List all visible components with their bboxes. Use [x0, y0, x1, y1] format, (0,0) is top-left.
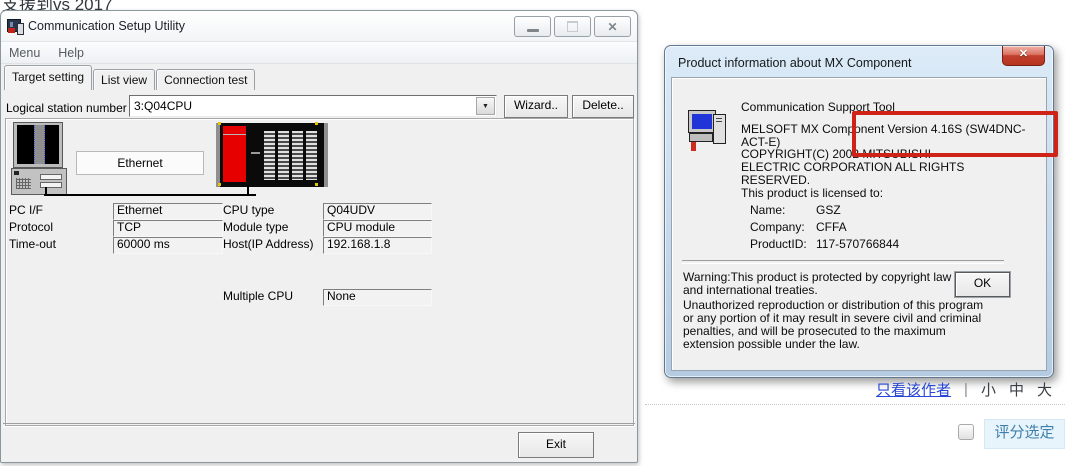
connection-type-label: Ethernet [76, 151, 204, 175]
exit-button[interactable]: Exit [518, 432, 594, 458]
bottom-separator [3, 423, 635, 427]
timeout-value: 60000 ms [113, 237, 223, 254]
ok-button[interactable]: OK [955, 272, 1010, 297]
font-size-medium[interactable]: 中 [1009, 379, 1024, 400]
tool-name-text: Communication Support Tool [741, 101, 895, 114]
target-setting-group: Ethernet PC I/F Ethernet Protocol TCP Ti… [5, 118, 634, 426]
network-bus-line [44, 194, 256, 196]
license-company-label: Company: [750, 221, 808, 234]
tab-strip: Target setting List view Connection test [4, 65, 256, 90]
wizard-button[interactable]: Wizard.. [504, 95, 568, 118]
maximize-button [554, 16, 591, 37]
license-name-label: Name: [750, 204, 808, 217]
copyright-text: COPYRIGHT(C) 2002 MITSUBISHI ELECTRIC CO… [741, 148, 991, 187]
dialog-close-button[interactable]: ✕ [1002, 46, 1045, 66]
product-version-text: MELSOFT MX Component Version 4.16S (SW4D… [741, 123, 1046, 149]
minimize-button[interactable] [514, 16, 551, 37]
caption-buttons: ✕ [514, 16, 631, 37]
dialog-body: Communication Support Tool MELSOFT MX Co… [671, 77, 1047, 371]
host-value: 192.168.1.8 [323, 237, 432, 254]
font-size-small[interactable]: 小 [981, 379, 996, 400]
font-size-large[interactable]: 大 [1037, 379, 1052, 400]
delete-button[interactable]: Delete.. [572, 95, 634, 118]
plc-icon [216, 123, 328, 187]
pc-drop-line [45, 187, 47, 194]
product-info-dialog: Product information about MX Component ✕… [664, 45, 1054, 378]
minimize-icon [527, 29, 539, 32]
window-title: Communication Setup Utility [28, 19, 185, 33]
logical-station-label: Logical station number [6, 101, 127, 115]
close-icon: ✕ [607, 21, 617, 33]
protocol-value: TCP [113, 220, 223, 237]
menu-item-menu[interactable]: Menu [9, 46, 40, 60]
multiple-cpu-label: Multiple CPU [223, 289, 323, 303]
combobox-dropdown-button[interactable]: ▼ [476, 97, 495, 115]
moduletype-value: CPU module [323, 220, 432, 237]
dotted-divider [645, 404, 1065, 405]
rate-checkbox[interactable] [958, 424, 974, 440]
pipe-separator: | [964, 381, 968, 398]
cputype-value: Q04UDV [323, 203, 432, 220]
menu-item-help[interactable]: Help [58, 46, 84, 60]
licensed-to-heading: This product is licensed to: [741, 187, 883, 200]
cputype-label: CPU type [223, 203, 323, 217]
close-icon: ✕ [1019, 48, 1028, 60]
license-productid-value: 117-570766844 [816, 238, 899, 251]
dialog-title: Product information about MX Component [678, 56, 911, 70]
maximize-icon [567, 21, 578, 32]
timeout-label: Time-out [9, 237, 109, 251]
title-bar: Communication Setup Utility ✕ [1, 11, 637, 42]
multiple-cpu-value: None [323, 289, 432, 306]
close-button[interactable]: ✕ [594, 16, 631, 37]
view-author-link[interactable]: 只看该作者 [876, 379, 951, 400]
warning-body-text: Unauthorized reproduction or distributio… [683, 299, 991, 351]
menu-bar: Menu Help [1, 42, 637, 64]
app-icon [7, 19, 23, 34]
tab-list-view[interactable]: List view [93, 69, 155, 90]
tab-connection-test[interactable]: Connection test [156, 69, 255, 90]
plc-drop-line [247, 185, 249, 194]
pc-icon [11, 122, 67, 195]
host-label: Host(IP Address) [223, 237, 323, 251]
license-productid-label: ProductID: [750, 238, 808, 251]
forum-toolbar: 只看该作者 | 小 中 大 [876, 379, 1052, 400]
logical-station-combobox[interactable]: 3:Q04CPU ▼ [129, 95, 497, 117]
moduletype-label: Module type [223, 220, 323, 234]
pcif-value: Ethernet [113, 203, 223, 220]
license-separator [682, 260, 1004, 264]
warning-intro-text: Warning:This product is protected by cop… [683, 271, 959, 297]
rate-select-button[interactable]: 评分选定 [984, 419, 1065, 449]
combobox-value: 3:Q04CPU [134, 99, 192, 113]
pcif-label: PC I/F [9, 203, 109, 217]
communication-setup-window: Communication Setup Utility ✕ Menu Help … [0, 10, 638, 463]
chevron-down-icon: ▼ [482, 103, 489, 110]
license-company-value: CFFA [816, 221, 847, 234]
tab-target-setting[interactable]: Target setting [4, 65, 92, 90]
computer-icon [688, 110, 726, 152]
protocol-label: Protocol [9, 220, 109, 234]
license-name-value: GSZ [816, 204, 841, 217]
